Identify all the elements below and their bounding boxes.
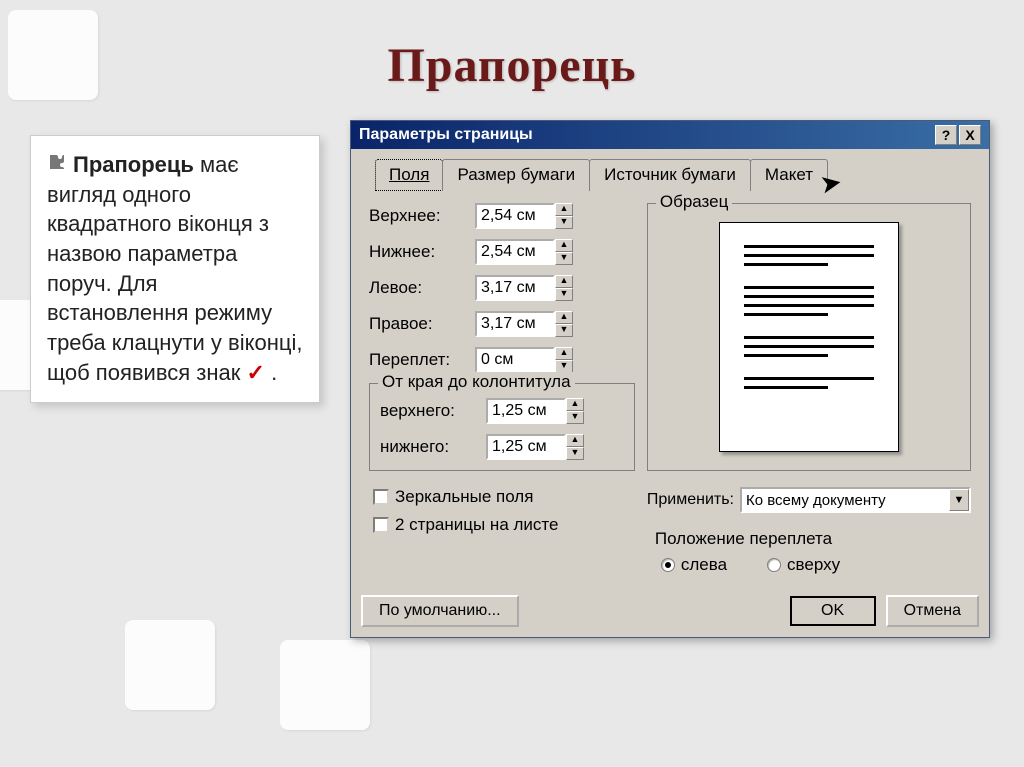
- label-top: Верхнее:: [369, 206, 469, 226]
- sample-legend: Образец: [656, 192, 732, 212]
- sample-group: Образец: [647, 203, 971, 471]
- page-setup-dialog: Параметры страницы ? X Поля Размер бумаг…: [350, 120, 990, 638]
- spinner-header[interactable]: ▲▼: [486, 398, 584, 424]
- chevron-down-icon[interactable]: ▼: [949, 489, 969, 511]
- apply-label: Применить:: [647, 491, 734, 509]
- close-button[interactable]: X: [959, 125, 981, 145]
- ok-button[interactable]: OK: [790, 596, 876, 626]
- spin-down-icon[interactable]: ▼: [566, 447, 584, 460]
- puzzle-bullet-icon: [47, 152, 67, 172]
- input-right[interactable]: [475, 311, 555, 337]
- spin-up-icon[interactable]: ▲: [555, 347, 573, 360]
- spin-up-icon[interactable]: ▲: [566, 434, 584, 447]
- tab-fields[interactable]: Поля: [375, 159, 443, 191]
- radio-label: сверху: [787, 555, 840, 575]
- tab-paper-source[interactable]: Источник бумаги: [589, 159, 751, 191]
- explanation-text: Прапорець має вигляд одного квадратного …: [47, 150, 303, 388]
- input-footer[interactable]: [486, 434, 566, 460]
- body-bold: Прапорець: [73, 152, 194, 177]
- tab-layout[interactable]: Макет: [750, 159, 828, 191]
- label-footer: нижнего:: [380, 437, 480, 457]
- spinner-top[interactable]: ▲▼: [475, 203, 573, 229]
- spin-up-icon[interactable]: ▲: [555, 311, 573, 324]
- checkbox-mirror-margins[interactable]: Зеркальные поля: [373, 487, 635, 507]
- body-rest: має вигляд одного квадратного віконця з …: [47, 152, 302, 385]
- label-header: верхнего:: [380, 401, 480, 421]
- input-bottom[interactable]: [475, 239, 555, 265]
- tab-strip: Поля Размер бумаги Источник бумаги Макет: [361, 159, 979, 191]
- checkbox-label: Зеркальные поля: [395, 487, 533, 507]
- spin-down-icon[interactable]: ▼: [566, 411, 584, 424]
- spin-up-icon[interactable]: ▲: [555, 275, 573, 288]
- checkbox-icon[interactable]: [373, 517, 389, 533]
- input-top[interactable]: [475, 203, 555, 229]
- dialog-footer: По умолчанию... OK Отмена: [351, 585, 989, 637]
- explanation-card: Прапорець має вигляд одного квадратного …: [30, 135, 320, 403]
- cancel-button[interactable]: Отмена: [886, 595, 979, 627]
- spinner-bottom[interactable]: ▲▼: [475, 239, 573, 265]
- label-gutter: Переплет:: [369, 350, 469, 370]
- checkmark-symbol: ✓: [247, 360, 265, 385]
- help-button[interactable]: ?: [935, 125, 957, 145]
- input-gutter[interactable]: [475, 347, 555, 373]
- spin-up-icon[interactable]: ▲: [555, 239, 573, 252]
- radio-gutter-left[interactable]: слева: [661, 555, 727, 575]
- header-footer-group: От края до колонтитула верхнего: ▲▼ нижн…: [369, 383, 635, 471]
- apply-dropdown[interactable]: ▼: [740, 487, 971, 513]
- spin-down-icon[interactable]: ▼: [555, 216, 573, 229]
- spinner-gutter[interactable]: ▲▼: [475, 347, 573, 373]
- spinner-right[interactable]: ▲▼: [475, 311, 573, 337]
- spin-down-icon[interactable]: ▼: [555, 324, 573, 337]
- gutter-position-label: Положение переплета: [655, 529, 971, 549]
- spin-down-icon[interactable]: ▼: [555, 288, 573, 301]
- checkbox-two-pages[interactable]: 2 страницы на листе: [373, 515, 635, 535]
- radio-icon[interactable]: [767, 558, 781, 572]
- dialog-title: Параметры страницы: [359, 126, 533, 144]
- radio-label: слева: [681, 555, 727, 575]
- spin-up-icon[interactable]: ▲: [566, 398, 584, 411]
- input-left[interactable]: [475, 275, 555, 301]
- dialog-titlebar[interactable]: Параметры страницы ? X: [351, 121, 989, 149]
- label-bottom: Нижнее:: [369, 242, 469, 262]
- tab-paper-size[interactable]: Размер бумаги: [442, 159, 590, 191]
- spinner-footer[interactable]: ▲▼: [486, 434, 584, 460]
- body-end: .: [265, 360, 277, 385]
- label-left: Левое:: [369, 278, 469, 298]
- group-legend: От края до колонтитула: [378, 372, 575, 392]
- input-header[interactable]: [486, 398, 566, 424]
- radio-gutter-top[interactable]: сверху: [767, 555, 840, 575]
- spin-down-icon[interactable]: ▼: [555, 252, 573, 265]
- page-preview: [719, 222, 899, 452]
- label-right: Правое:: [369, 314, 469, 334]
- checkbox-label: 2 страницы на листе: [395, 515, 558, 535]
- radio-icon[interactable]: [661, 558, 675, 572]
- spinner-left[interactable]: ▲▼: [475, 275, 573, 301]
- default-button[interactable]: По умолчанию...: [361, 595, 519, 627]
- checkbox-icon[interactable]: [373, 489, 389, 505]
- apply-value[interactable]: [742, 489, 949, 511]
- slide-title: Прапорець: [0, 38, 1024, 93]
- spin-up-icon[interactable]: ▲: [555, 203, 573, 216]
